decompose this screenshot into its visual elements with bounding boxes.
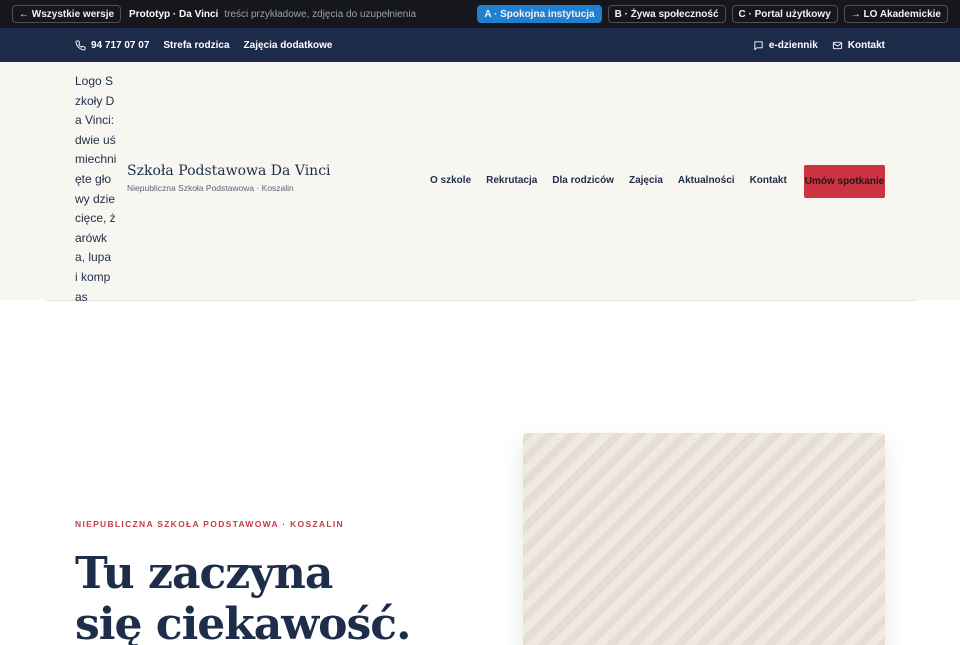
prototype-bar: ← Wszystkie wersje Prototyp · Da Vinci t… (0, 0, 960, 28)
hero-image-placeholder (523, 433, 885, 645)
phone-icon (75, 39, 86, 51)
hero-title-line-2: się ciekawość. (75, 599, 411, 645)
nav-item-aktualnosci[interactable]: Aktualności (678, 175, 735, 186)
version-b-button[interactable]: B · Żywa społeczność (607, 5, 726, 23)
mail-icon (832, 40, 843, 51)
hero-title-line-1: Tu zaczyna (75, 548, 333, 599)
phone-number: 94 717 07 07 (91, 39, 150, 51)
version-c-button[interactable]: C · Portal użytkowy (731, 5, 838, 23)
contact-label: Kontakt (847, 39, 885, 51)
version-a-button[interactable]: A · Spokojna instytucja (477, 5, 602, 23)
all-versions-button[interactable]: ← Wszystkie wersje (12, 5, 122, 23)
utility-bar: 94 717 07 07 Strefa rodzica Zajęcia doda… (0, 28, 960, 62)
nav-item-rekrutacja[interactable]: Rekrutacja (486, 175, 537, 186)
phone-link[interactable]: 94 717 07 07 (75, 40, 149, 51)
ediary-label: e-dziennik (768, 39, 818, 51)
school-logo[interactable]: Logo Szkoły Da Vinci: dwie uśmiechnięte … (75, 72, 117, 307)
version-switcher: A · Spokojna instytucja B · Żywa społecz… (477, 5, 948, 23)
book-meeting-button[interactable]: Umów spotkanie (804, 165, 885, 198)
main-nav: O szkole Rekrutacja Dla rodziców Zajęcia… (430, 175, 787, 186)
hero-eyebrow: NIEPUBLICZNA SZKOŁA PODSTAWOWA · KOSZALI… (75, 519, 344, 529)
contact-link[interactable]: Kontakt (832, 40, 885, 51)
brand[interactable]: Szkoła Podstawowa Da Vinci Niepubliczna … (127, 163, 331, 193)
header-divider (46, 300, 916, 301)
brand-subtitle: Niepubliczna Szkoła Podstawowa · Koszali… (127, 183, 294, 193)
hero-title: Tu zaczyna się ciekawość. (75, 548, 495, 645)
brand-name: Szkoła Podstawowa Da Vinci (127, 163, 331, 179)
ediary-link[interactable]: e-dziennik (753, 40, 818, 51)
prototype-title: Prototyp · Da Vinci (129, 8, 219, 20)
nav-item-zajecia[interactable]: Zajęcia (629, 175, 663, 186)
parent-zone-link[interactable]: Strefa rodzica (163, 40, 229, 51)
nav-item-kontakt[interactable]: Kontakt (750, 175, 787, 186)
nav-item-o-szkole[interactable]: O szkole (430, 175, 471, 186)
extra-classes-link[interactable]: Zajęcia dodatkowe (244, 40, 333, 51)
nav-item-dla-rodzicow[interactable]: Dla rodziców (552, 175, 614, 186)
lo-akademickie-button[interactable]: → LO Akademickie (843, 5, 948, 23)
book-icon (753, 40, 764, 51)
prototype-note: treści przykładowe, zdjęcia do uzupełnie… (224, 8, 417, 20)
